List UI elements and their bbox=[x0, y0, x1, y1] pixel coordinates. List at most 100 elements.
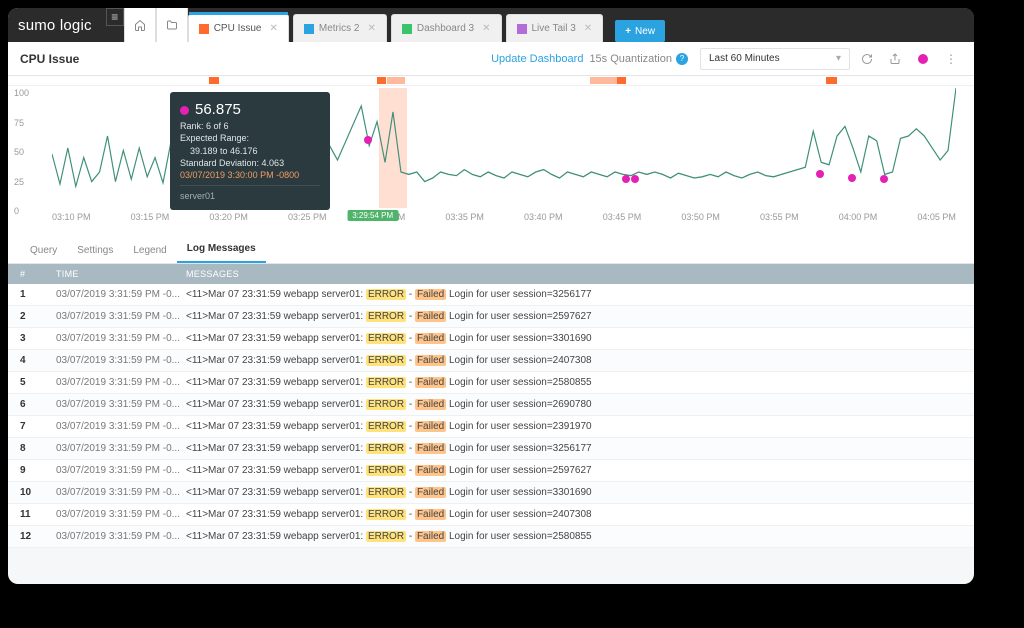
anomaly-point[interactable] bbox=[880, 175, 888, 183]
row-message: <11>Mar 07 23:31:59 webapp server01: ERR… bbox=[186, 443, 962, 454]
anomaly-point[interactable] bbox=[364, 136, 372, 144]
error-highlight: ERROR bbox=[366, 289, 406, 300]
log-row[interactable]: 503/07/2019 3:31:59 PM -0...<11>Mar 07 2… bbox=[8, 372, 974, 394]
anomaly-indicator[interactable] bbox=[912, 48, 934, 70]
tab-metrics-2[interactable]: Metrics 2 ✕ bbox=[293, 14, 387, 42]
error-highlight: ERROR bbox=[366, 531, 406, 542]
y-tick: 25 bbox=[14, 177, 24, 187]
failed-highlight: Failed bbox=[415, 333, 446, 344]
anomaly-block[interactable] bbox=[590, 77, 617, 84]
error-highlight: ERROR bbox=[366, 399, 406, 410]
error-highlight: ERROR bbox=[366, 311, 406, 322]
x-highlight-label: 3:29:54 PM bbox=[347, 210, 398, 221]
time-range-selector[interactable]: Last 60 Minutes ▾ bbox=[700, 48, 850, 70]
subtab-legend[interactable]: Legend bbox=[123, 238, 176, 263]
tab-strip: CPU Issue✕Metrics 2✕Dashboard 3✕Live Tai… bbox=[188, 8, 974, 42]
subtab-log-messages[interactable]: Log Messages bbox=[177, 236, 266, 263]
error-highlight: ERROR bbox=[366, 333, 406, 344]
log-row[interactable]: 1003/07/2019 3:31:59 PM -0...<11>Mar 07 … bbox=[8, 482, 974, 504]
anomaly-block[interactable] bbox=[826, 77, 837, 84]
update-dashboard-link[interactable]: Update Dashboard bbox=[491, 53, 583, 65]
chart-tooltip: 56.875 Rank: 6 of 6 Expected Range: 39.1… bbox=[170, 92, 330, 210]
x-tick: 03:35 PM bbox=[445, 212, 484, 230]
error-highlight: ERROR bbox=[366, 443, 406, 454]
log-row[interactable]: 403/07/2019 3:31:59 PM -0...<11>Mar 07 2… bbox=[8, 350, 974, 372]
x-tick: 03:20 PM bbox=[209, 212, 248, 230]
anomaly-block[interactable] bbox=[387, 77, 405, 84]
log-row[interactable]: 703/07/2019 3:31:59 PM -0...<11>Mar 07 2… bbox=[8, 416, 974, 438]
log-row[interactable]: 203/07/2019 3:31:59 PM -0...<11>Mar 07 2… bbox=[8, 306, 974, 328]
col-time[interactable]: TIME bbox=[56, 269, 186, 279]
row-index: 7 bbox=[20, 421, 56, 432]
share-button[interactable] bbox=[884, 48, 906, 70]
help-icon[interactable]: ? bbox=[676, 53, 688, 65]
row-time: 03/07/2019 3:31:59 PM -0... bbox=[56, 289, 186, 300]
row-time: 03/07/2019 3:31:59 PM -0... bbox=[56, 465, 186, 476]
chart-x-axis: 03:10 PM03:15 PM03:20 PM03:25 PM03:30 PM… bbox=[52, 212, 956, 230]
row-index: 11 bbox=[20, 509, 56, 520]
row-index: 1 bbox=[20, 289, 56, 300]
tab-label: Live Tail 3 bbox=[532, 23, 576, 34]
plus-icon: + bbox=[625, 26, 631, 37]
more-menu[interactable]: ⋮ bbox=[940, 48, 962, 70]
failed-highlight: Failed bbox=[415, 465, 446, 476]
anomaly-timeline bbox=[8, 76, 974, 86]
anomaly-point[interactable] bbox=[816, 170, 824, 178]
failed-highlight: Failed bbox=[415, 487, 446, 498]
tab-close-icon[interactable]: ✕ bbox=[482, 23, 490, 34]
hamburger-button[interactable]: ≡ bbox=[106, 8, 124, 26]
tooltip-stddev: Standard Deviation: 4.063 bbox=[180, 157, 320, 169]
folder-button[interactable] bbox=[156, 8, 188, 42]
failed-highlight: Failed bbox=[415, 311, 446, 322]
brand-logo: sumo logic bbox=[8, 8, 102, 42]
col-messages[interactable]: MESSAGES bbox=[186, 269, 962, 279]
tab-close-icon[interactable]: ✕ bbox=[270, 23, 278, 34]
error-highlight: ERROR bbox=[366, 465, 406, 476]
anomaly-point[interactable] bbox=[848, 174, 856, 182]
row-time: 03/07/2019 3:31:59 PM -0... bbox=[56, 443, 186, 454]
failed-highlight: Failed bbox=[415, 421, 446, 432]
subtab-settings[interactable]: Settings bbox=[67, 238, 123, 263]
row-time: 03/07/2019 3:31:59 PM -0... bbox=[56, 509, 186, 520]
anomaly-block[interactable] bbox=[377, 77, 386, 84]
tab-label: Metrics 2 bbox=[319, 23, 360, 34]
anomaly-point[interactable] bbox=[631, 175, 639, 183]
detail-tabs: QuerySettingsLegendLog Messages bbox=[8, 234, 974, 264]
new-tab-button[interactable]: +New bbox=[615, 20, 665, 42]
log-row[interactable]: 1103/07/2019 3:31:59 PM -0...<11>Mar 07 … bbox=[8, 504, 974, 526]
refresh-button[interactable] bbox=[856, 48, 878, 70]
row-time: 03/07/2019 3:31:59 PM -0... bbox=[56, 311, 186, 322]
tooltip-value: 56.875 bbox=[195, 100, 241, 120]
tab-live-tail-3[interactable]: Live Tail 3 ✕ bbox=[506, 14, 604, 42]
chevron-down-icon: ▾ bbox=[836, 53, 841, 64]
anomaly-block[interactable] bbox=[617, 77, 626, 84]
row-time: 03/07/2019 3:31:59 PM -0... bbox=[56, 531, 186, 542]
anomaly-block[interactable] bbox=[209, 77, 220, 84]
log-row[interactable]: 303/07/2019 3:31:59 PM -0...<11>Mar 07 2… bbox=[8, 328, 974, 350]
tooltip-rank: Rank: 6 of 6 bbox=[180, 120, 320, 132]
x-tick: 04:05 PM bbox=[917, 212, 956, 230]
tab-close-icon[interactable]: ✕ bbox=[367, 23, 375, 34]
error-highlight: ERROR bbox=[366, 509, 406, 520]
log-row[interactable]: 1203/07/2019 3:31:59 PM -0...<11>Mar 07 … bbox=[8, 526, 974, 548]
tab-close-icon[interactable]: ✕ bbox=[584, 23, 592, 34]
tooltip-timestamp: 03/07/2019 3:30:00 PM -0800 bbox=[180, 169, 320, 181]
y-tick: 50 bbox=[14, 147, 24, 157]
log-row[interactable]: 603/07/2019 3:31:59 PM -0...<11>Mar 07 2… bbox=[8, 394, 974, 416]
col-index[interactable]: # bbox=[20, 269, 56, 279]
anomaly-point[interactable] bbox=[622, 175, 630, 183]
row-message: <11>Mar 07 23:31:59 webapp server01: ERR… bbox=[186, 421, 962, 432]
log-row[interactable]: 903/07/2019 3:31:59 PM -0...<11>Mar 07 2… bbox=[8, 460, 974, 482]
time-range-label: Last 60 Minutes bbox=[709, 53, 780, 64]
tab-cpu-issue[interactable]: CPU Issue✕ bbox=[188, 14, 289, 42]
log-row[interactable]: 103/07/2019 3:31:59 PM -0...<11>Mar 07 2… bbox=[8, 284, 974, 306]
error-highlight: ERROR bbox=[366, 421, 406, 432]
row-message: <11>Mar 07 23:31:59 webapp server01: ERR… bbox=[186, 355, 962, 366]
home-button[interactable] bbox=[124, 8, 156, 42]
subtab-query[interactable]: Query bbox=[20, 238, 67, 263]
tab-dashboard-3[interactable]: Dashboard 3✕ bbox=[391, 14, 502, 42]
tab-icon bbox=[199, 24, 209, 34]
failed-highlight: Failed bbox=[415, 289, 446, 300]
log-row[interactable]: 803/07/2019 3:31:59 PM -0...<11>Mar 07 2… bbox=[8, 438, 974, 460]
log-table: # TIME MESSAGES 103/07/2019 3:31:59 PM -… bbox=[8, 264, 974, 548]
